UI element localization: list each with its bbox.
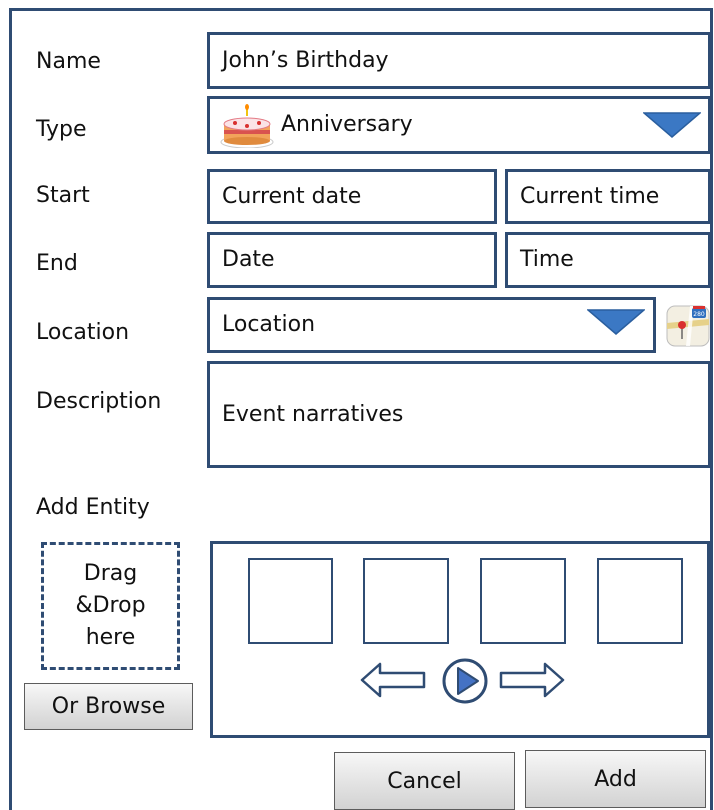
start-time-value: Current time	[520, 183, 660, 209]
entity-slot[interactable]	[363, 558, 449, 644]
location-dropdown[interactable]: Location	[207, 297, 656, 353]
end-time-input[interactable]: Time	[505, 232, 711, 288]
type-label: Type	[36, 117, 87, 142]
start-date-input[interactable]: Current date	[207, 169, 497, 224]
type-dropdown[interactable]: Anniversary	[207, 96, 711, 154]
cancel-button[interactable]: Cancel	[334, 752, 515, 810]
entity-slot[interactable]	[248, 558, 333, 644]
location-value: Location	[222, 312, 316, 337]
location-label: Location	[36, 320, 130, 345]
start-label: Start	[36, 183, 90, 208]
drag-drop-zone[interactable]: Drag &Drop here	[41, 542, 180, 670]
description-textarea[interactable]: Event narratives	[207, 361, 711, 468]
add-entity-label: Add Entity	[36, 495, 150, 520]
end-time-value: Time	[520, 247, 574, 272]
description-value: Event narratives	[222, 401, 404, 427]
name-label: Name	[36, 49, 101, 74]
browse-button[interactable]: Or Browse	[24, 683, 193, 730]
end-label: End	[36, 251, 78, 276]
entity-carousel	[210, 541, 710, 738]
arrow-right-icon[interactable]	[499, 662, 565, 698]
chevron-down-icon[interactable]	[643, 112, 701, 138]
drop-text-line-2: &Drop	[75, 593, 146, 618]
name-input[interactable]: John’s Birthday	[207, 32, 711, 89]
entity-slot[interactable]	[480, 558, 566, 644]
end-date-input[interactable]: Date	[207, 232, 497, 288]
map-icon[interactable]: 280	[666, 305, 710, 347]
start-date-value: Current date	[222, 183, 362, 209]
entity-slot[interactable]	[597, 558, 683, 644]
start-time-input[interactable]: Current time	[505, 169, 711, 224]
svg-text:280: 280	[693, 311, 705, 318]
drop-text-line-1: Drag	[83, 561, 138, 586]
play-icon[interactable]	[441, 657, 489, 705]
drop-text-line-3: here	[85, 625, 136, 650]
end-date-value: Date	[222, 247, 275, 272]
chevron-down-icon[interactable]	[587, 309, 645, 335]
description-label: Description	[36, 389, 162, 414]
name-value: John’s Birthday	[222, 47, 389, 73]
cake-icon	[220, 104, 274, 148]
add-button[interactable]: Add	[525, 750, 706, 808]
arrow-left-icon[interactable]	[360, 662, 426, 698]
type-value: Anniversary	[281, 112, 413, 137]
